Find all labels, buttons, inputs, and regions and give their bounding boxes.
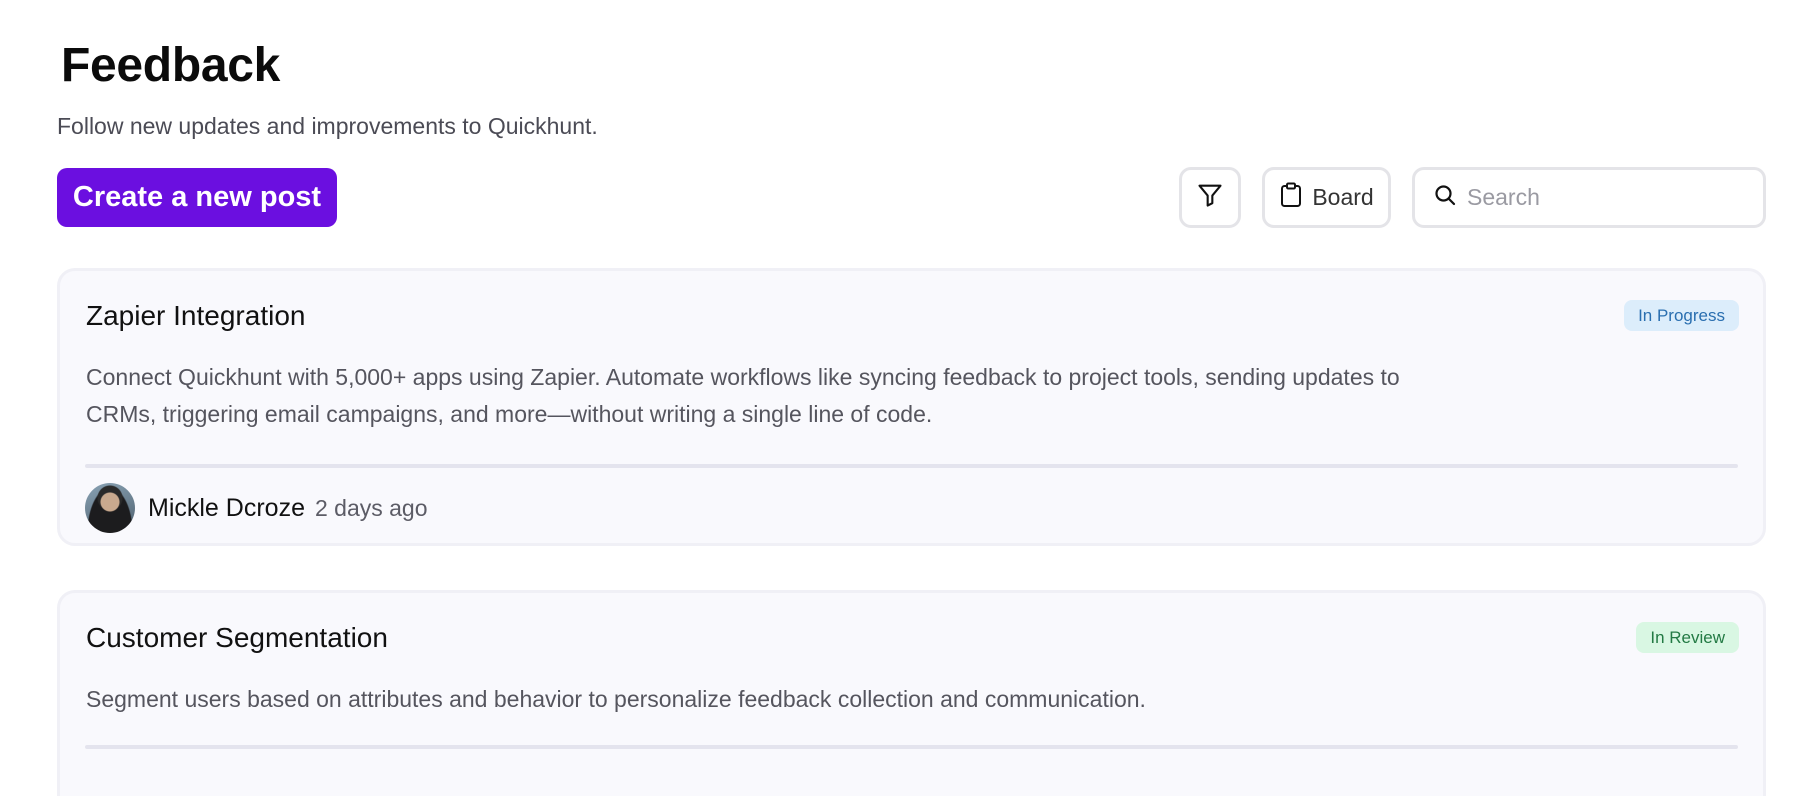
- author-name: Mickle Dcroze: [148, 493, 305, 522]
- status-badge: In Review: [1636, 622, 1739, 653]
- create-post-button[interactable]: Create a new post: [57, 168, 337, 227]
- filter-icon: [1196, 181, 1224, 215]
- post-title[interactable]: Zapier Integration: [86, 300, 305, 332]
- post-title[interactable]: Customer Segmentation: [86, 622, 388, 654]
- page-title: Feedback: [61, 39, 281, 92]
- post-description: Segment users based on attributes and be…: [86, 686, 1146, 712]
- board-button[interactable]: Board: [1262, 167, 1391, 228]
- post-author-row: Mickle Dcroze 2 days ago: [85, 483, 428, 533]
- card-divider: [85, 745, 1738, 749]
- search-box[interactable]: [1412, 167, 1766, 228]
- avatar: [85, 483, 135, 533]
- card-divider: [85, 464, 1738, 468]
- post-timestamp: 2 days ago: [314, 494, 428, 521]
- feedback-page: Feedback Follow new updates and improvem…: [0, 0, 1817, 796]
- page-subtitle: Follow new updates and improvements to Q…: [57, 113, 598, 139]
- search-input[interactable]: [1467, 184, 1747, 211]
- search-icon: [1433, 183, 1457, 212]
- post-card-customer-segmentation[interactable]: Customer Segmentation In Review Segment …: [57, 590, 1766, 796]
- board-label: Board: [1312, 184, 1374, 210]
- post-card-zapier-integration[interactable]: Zapier Integration In Progress Connect Q…: [57, 268, 1766, 546]
- clipboard-icon: [1279, 182, 1303, 214]
- post-description: Connect Quickhunt with 5,000+ apps using…: [86, 364, 1400, 427]
- filter-button[interactable]: [1179, 167, 1241, 228]
- status-badge: In Progress: [1624, 300, 1739, 331]
